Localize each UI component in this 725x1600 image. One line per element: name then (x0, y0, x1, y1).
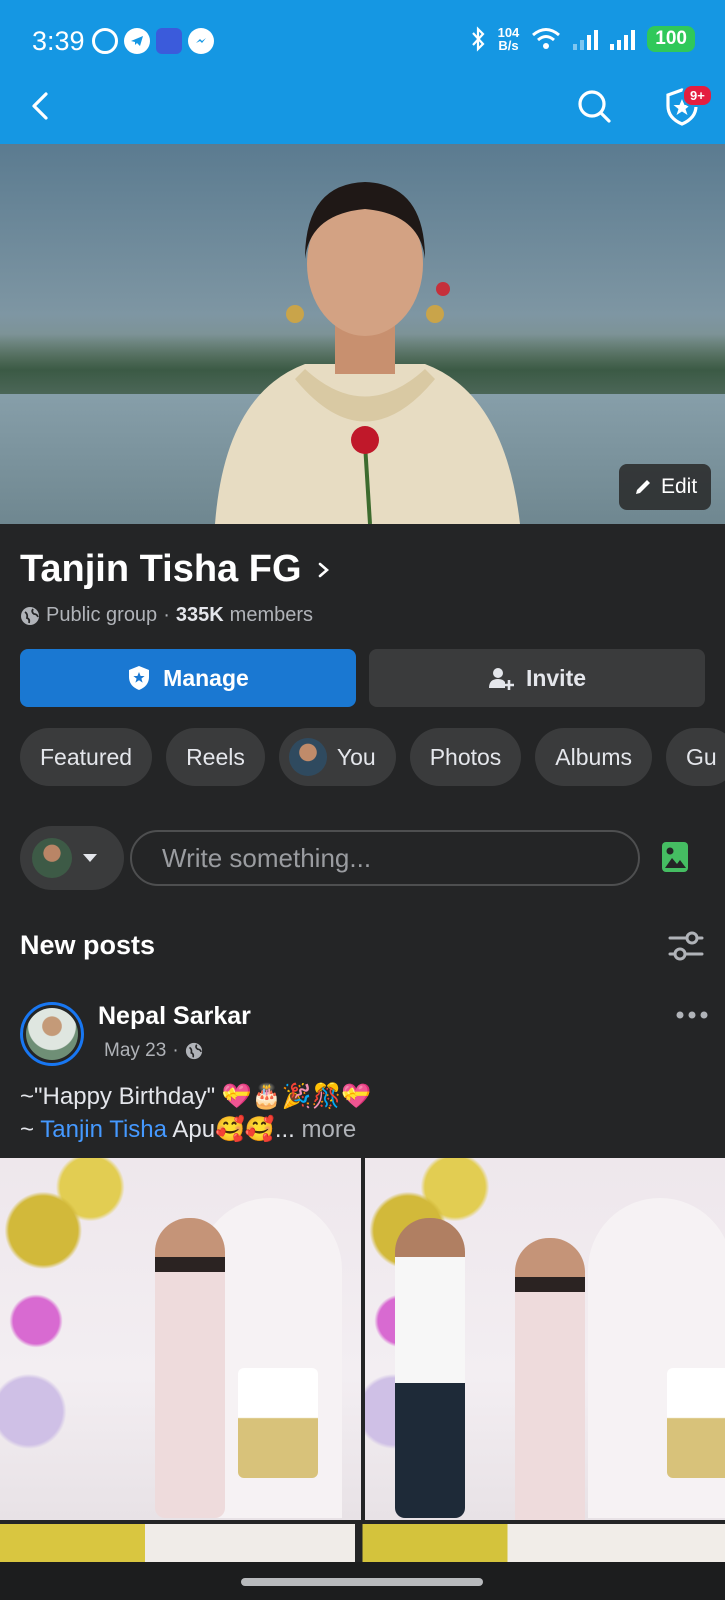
messenger-icon (188, 28, 214, 54)
invite-button[interactable]: Invite (369, 649, 705, 707)
tab-label: Photos (429, 743, 502, 770)
back-arrow-icon (32, 92, 48, 120)
sliders-icon (668, 931, 704, 961)
notification-badge: 9+ (682, 84, 713, 107)
tab-label: Featured (40, 743, 133, 770)
signal-icon (573, 28, 599, 50)
back-button[interactable] (22, 86, 62, 126)
tab-label: Gu (686, 743, 717, 770)
post-text-ellipsis: ... (274, 1116, 295, 1143)
group-privacy: Public group (46, 604, 158, 626)
chevron-right-icon (318, 562, 329, 577)
post-date[interactable]: May 23 (104, 1040, 166, 1062)
cake-image (237, 1368, 318, 1478)
status-bar: 3:39 104 B/s 100 (0, 0, 725, 86)
avatar (32, 838, 72, 878)
person-figure (394, 1218, 465, 1518)
signal-icon-2 (610, 28, 636, 50)
person-figure (155, 1218, 225, 1518)
edit-label: Edit (661, 475, 698, 498)
post-text-prefix: ~ (20, 1116, 41, 1143)
tab-guides[interactable]: Gu (666, 728, 725, 786)
person-figure (514, 1238, 585, 1520)
cake-image (667, 1368, 725, 1478)
post-photo-grid (0, 1158, 725, 1562)
telegram-icon (124, 28, 150, 54)
home-indicator[interactable] (241, 1578, 483, 1586)
more-dots-icon (676, 1011, 708, 1019)
shield-star-icon (129, 666, 150, 690)
tab-photos[interactable]: Photos (409, 728, 522, 786)
post-as-selector[interactable] (20, 826, 124, 890)
tab-you[interactable]: You (278, 728, 396, 786)
avatar (26, 1008, 78, 1060)
meta-separator: · (163, 604, 170, 626)
tab-albums[interactable]: Albums (535, 728, 652, 786)
wifi-icon (532, 28, 561, 49)
post-text-line: ~"Happy Birthday" 💝🎂🎉🎊💝 (20, 1083, 372, 1110)
tab-label: You (336, 743, 376, 770)
mention-link[interactable]: Tanjin Tisha (40, 1116, 167, 1143)
post-photo-2[interactable] (364, 1158, 725, 1520)
post-author-avatar[interactable] (20, 1002, 84, 1066)
tab-reels[interactable]: Reels (166, 728, 265, 786)
photo-icon (662, 842, 688, 872)
tab-label: Reels (186, 743, 245, 770)
globe-icon (185, 1042, 202, 1060)
app-notification-icon (156, 28, 182, 54)
status-right: 104 B/s 100 (470, 26, 695, 52)
write-something-input[interactable]: Write something... (130, 830, 640, 886)
whatsapp-icon (92, 28, 118, 54)
tab-label: Albums (555, 743, 632, 770)
post-meta: May 23 · (104, 1040, 203, 1062)
bluetooth-icon (471, 26, 485, 52)
cover-portrait (215, 182, 520, 524)
group-name-link[interactable]: Tanjin Tisha FG (20, 548, 332, 591)
search-icon (578, 90, 611, 123)
avatar (288, 738, 327, 776)
network-speed: 104 B/s (498, 26, 520, 52)
group-meta: Public group · 335K members (20, 604, 313, 627)
post-text-suffix: Apu🥰🥰 (167, 1116, 275, 1143)
add-photo-button[interactable] (660, 840, 690, 874)
status-time: 3:39 (32, 26, 85, 56)
search-button[interactable] (574, 86, 614, 126)
sort-filter-button[interactable] (668, 930, 704, 962)
section-title: New posts (20, 930, 156, 960)
pencil-icon (636, 480, 650, 494)
manage-label: Manage (163, 664, 249, 691)
post-photo-1[interactable] (0, 1158, 361, 1520)
globe-icon (21, 606, 39, 625)
group-name: Tanjin Tisha FG (20, 548, 302, 590)
cover-photo[interactable]: Edit (0, 144, 725, 524)
battery-indicator: 100 (647, 26, 695, 52)
member-count: 335K (175, 604, 224, 626)
post-author-name[interactable]: Nepal Sarkar (98, 1002, 251, 1031)
edit-cover-button[interactable]: Edit (619, 464, 712, 510)
group-tabs: Featured Reels You Photos Albums Gu (20, 728, 725, 786)
meta-separator: · (172, 1040, 179, 1061)
manage-button[interactable]: Manage (20, 649, 356, 707)
app-header: 3:39 104 B/s 100 9+ (0, 0, 725, 144)
invite-label: Invite (525, 664, 587, 691)
network-speed-unit: B/s (498, 38, 519, 53)
see-more-link[interactable]: more (295, 1116, 356, 1143)
post-photo-row-2[interactable] (0, 1524, 725, 1564)
post-text-line-2: ~ Tanjin Tisha Apu🥰🥰... more (20, 1115, 356, 1144)
tab-featured[interactable]: Featured (20, 728, 153, 786)
notification-icons (92, 28, 214, 54)
add-person-icon (488, 668, 514, 690)
post-options-button[interactable] (674, 1000, 710, 1030)
caret-down-icon (83, 854, 97, 862)
member-label: members (229, 604, 314, 626)
